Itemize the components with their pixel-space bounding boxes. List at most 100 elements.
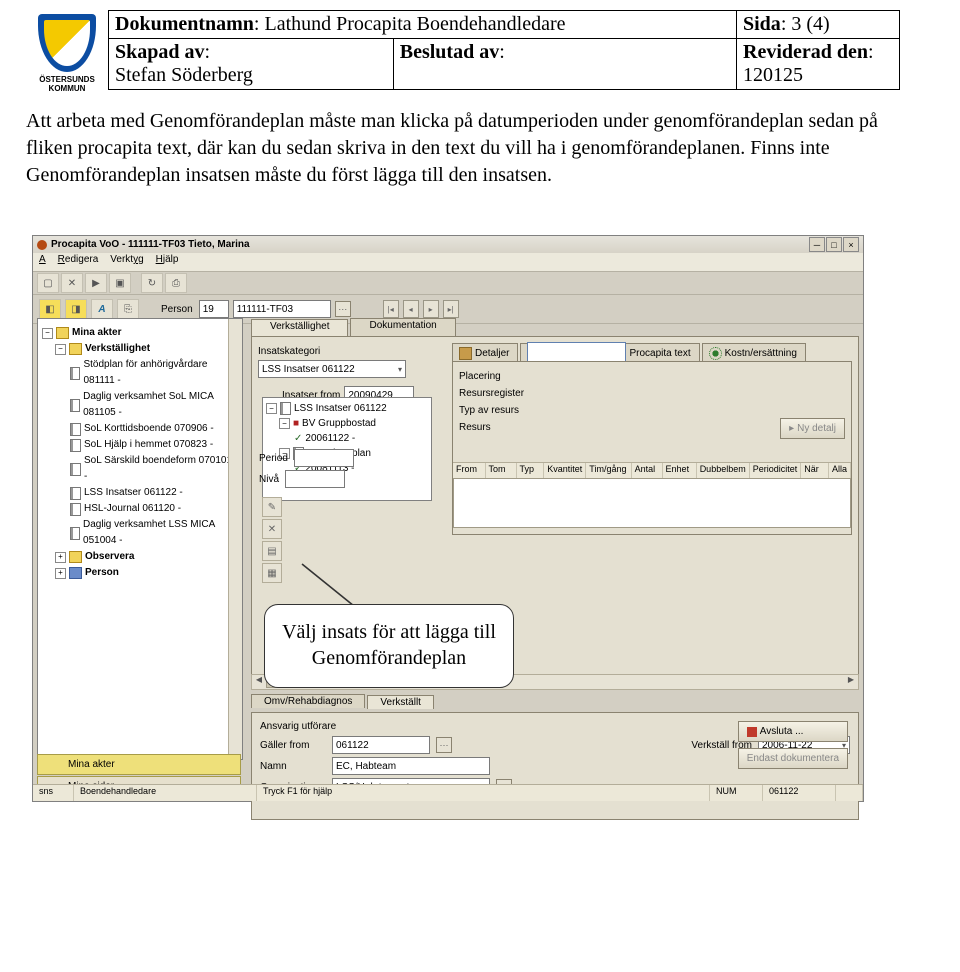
toolbar-btn-yellow[interactable]: ◨ bbox=[65, 299, 87, 319]
app-icon bbox=[37, 240, 47, 250]
tree-observera[interactable]: Observera bbox=[85, 551, 134, 562]
folder-icon bbox=[69, 567, 82, 579]
tab-verkstallighet[interactable]: Verkställighet bbox=[251, 319, 348, 337]
namn-label: Namn bbox=[260, 761, 324, 772]
nav-prev[interactable]: ◂ bbox=[403, 300, 419, 318]
tree-item[interactable]: SoL Korttidsboende 070906 - bbox=[70, 421, 238, 437]
kommun-logo: ÖSTERSUNDS KOMMUN bbox=[38, 14, 96, 82]
verkstallt-panel: Ansvarig utförare Gäller from 061122 ⋯ V… bbox=[251, 712, 859, 820]
endast-dokumentera-button[interactable]: Endast dokumentera bbox=[738, 748, 848, 769]
tab-kostn[interactable]: Kostn/ersättning bbox=[702, 343, 806, 361]
nav-first[interactable]: |◂ bbox=[383, 300, 399, 318]
body-paragraph: Att arbeta med Genomförandeplan måste ma… bbox=[26, 108, 900, 189]
toolbar-btn[interactable]: ⎙ bbox=[165, 273, 187, 293]
tree-item[interactable]: Stödplan för anhörigvårdare 081111 - bbox=[70, 357, 238, 389]
expand-icon[interactable]: − bbox=[42, 328, 53, 339]
tab-dokumentation[interactable]: Dokumentation bbox=[350, 318, 455, 336]
maximize-button[interactable]: □ bbox=[826, 237, 842, 252]
toolbar-btn[interactable]: ↻ bbox=[141, 273, 163, 293]
galler-from-label: Gäller from bbox=[260, 740, 324, 751]
detail-grid[interactable] bbox=[453, 478, 851, 528]
expand-icon[interactable]: − bbox=[55, 344, 66, 355]
doc-icon bbox=[70, 527, 80, 540]
tab-omv-rehabdiagnos[interactable]: Omv/Rehabdiagnos bbox=[251, 694, 365, 708]
expand-icon[interactable]: + bbox=[55, 568, 66, 579]
menu-verktyg[interactable]: Verktyg bbox=[110, 254, 143, 270]
folder-icon bbox=[69, 343, 82, 355]
menu-hjalp[interactable]: Hjälp bbox=[156, 254, 179, 270]
insatskategori-combo[interactable]: LSS Insatser 061122 bbox=[258, 360, 406, 378]
typ-av-resurs-label: Typ av resurs bbox=[459, 402, 845, 419]
nav-last[interactable]: ▸| bbox=[443, 300, 459, 318]
sidebar-tree[interactable]: − Mina akter − Verkställighet Stödplan f… bbox=[37, 318, 243, 760]
person-id-field[interactable]: 111111-TF03 bbox=[233, 300, 331, 318]
period-label: Period bbox=[259, 453, 288, 464]
tree-item[interactable]: LSS Insatser 061122 - bbox=[70, 485, 238, 501]
menu-bar: A Redigera Verktyg Hjälp bbox=[33, 253, 863, 272]
mini-btn[interactable]: ✕ bbox=[262, 519, 282, 539]
window-title: Procapita VoO - 111111-TF03 Tieto, Marin… bbox=[51, 239, 250, 250]
namn-field[interactable]: EC, Habteam bbox=[332, 757, 490, 775]
tree-item[interactable]: HSL-Journal 061120 - bbox=[70, 501, 238, 517]
tree-item[interactable]: SoL Hjälp i hemmet 070823 - bbox=[70, 437, 238, 453]
toolbar-btn[interactable]: ▶ bbox=[85, 273, 107, 293]
doc-icon bbox=[70, 439, 81, 452]
ny-detalj-button[interactable]: ▸ Ny detalj bbox=[780, 418, 845, 439]
toolbar-btn[interactable]: ✕ bbox=[61, 273, 83, 293]
minimize-button[interactable]: ─ bbox=[809, 237, 825, 252]
reviderad-den-cell: Reviderad den: 120125 bbox=[737, 39, 900, 90]
tree-verkstallighet[interactable]: Verkställighet bbox=[85, 343, 150, 354]
doc-icon bbox=[70, 463, 81, 476]
instruction-callout: Välj insats för att lägga till Genomföra… bbox=[264, 604, 514, 688]
resursregister-label: Resursregister bbox=[459, 385, 845, 402]
toolbar: ▢ ✕ ▶ ▣ ↻ ⎙ bbox=[33, 272, 863, 295]
niva-field[interactable] bbox=[285, 470, 345, 488]
person-age-field[interactable]: 19 bbox=[199, 300, 229, 318]
sida-cell: Sida: 3 (4) bbox=[737, 11, 900, 39]
tree-item[interactable]: Daglig verksamhet LSS MICA 051004 - bbox=[70, 517, 238, 549]
doc-icon bbox=[70, 423, 81, 436]
skapad-av-cell: Skapad av: Stefan Söderberg bbox=[109, 39, 394, 90]
doc-icon bbox=[70, 399, 80, 412]
toolbar-btn[interactable]: ▢ bbox=[37, 273, 59, 293]
galler-from-field[interactable]: 061122 bbox=[332, 736, 430, 754]
folder-icon bbox=[69, 551, 82, 563]
tree-root[interactable]: Mina akter bbox=[72, 327, 121, 338]
tree-person[interactable]: Person bbox=[85, 567, 119, 578]
mini-btn[interactable]: ✎ bbox=[262, 497, 282, 517]
period-field[interactable] bbox=[294, 449, 354, 467]
menu-arkiv[interactable]: A bbox=[39, 254, 46, 270]
doc-icon bbox=[70, 487, 81, 500]
expand-icon[interactable]: + bbox=[55, 552, 66, 563]
lookup-button[interactable]: ⋯ bbox=[436, 737, 452, 753]
mini-btn[interactable]: ▦ bbox=[262, 563, 282, 583]
kommun-line1: ÖSTERSUNDS bbox=[39, 75, 95, 84]
niva-label: Nivå bbox=[259, 474, 279, 485]
menu-redigera[interactable]: Redigera bbox=[58, 254, 99, 270]
kommun-line2: KOMMUN bbox=[49, 84, 86, 93]
tree-item[interactable]: Daglig verksamhet SoL MICA 081105 - bbox=[70, 389, 238, 421]
person-label: Person bbox=[161, 304, 193, 315]
mini-btn[interactable]: ▤ bbox=[262, 541, 282, 561]
tab-procapita-text[interactable]: Procapita text bbox=[520, 343, 699, 361]
status-bar: sns Boendehandledare Tryck F1 för hjälp … bbox=[33, 784, 863, 801]
toolbar-btn-a[interactable]: A bbox=[91, 299, 113, 319]
tab-detaljer[interactable]: Detaljer bbox=[452, 343, 518, 361]
toolbar-btn[interactable]: ▣ bbox=[109, 273, 131, 293]
doc-icon bbox=[70, 367, 80, 380]
doc-icon bbox=[70, 503, 81, 516]
tab-verkstallt[interactable]: Verkställt bbox=[367, 695, 434, 709]
toolbar-btn-yellow[interactable]: ◧ bbox=[39, 299, 61, 319]
sidebar-tab-mina-akter[interactable]: Mina akter bbox=[37, 754, 241, 775]
procapita-screenshot: Procapita VoO - 111111-TF03 Tieto, Marin… bbox=[32, 235, 864, 802]
tree-item[interactable]: SoL Särskild boendeform 070101 - bbox=[70, 453, 238, 485]
toolbar-btn[interactable]: ⎘ bbox=[117, 299, 139, 319]
person-search-button[interactable]: ⋯ bbox=[335, 301, 351, 317]
nav-next[interactable]: ▸ bbox=[423, 300, 439, 318]
placering-label: Placering bbox=[459, 368, 845, 385]
avsluta-button[interactable]: Avsluta ... bbox=[738, 721, 848, 742]
folder-icon bbox=[56, 327, 69, 339]
close-button[interactable]: × bbox=[843, 237, 859, 252]
insatskategori-label: Insatskategori bbox=[258, 346, 320, 357]
beslutad-av-cell: Beslutad av: bbox=[393, 39, 736, 90]
